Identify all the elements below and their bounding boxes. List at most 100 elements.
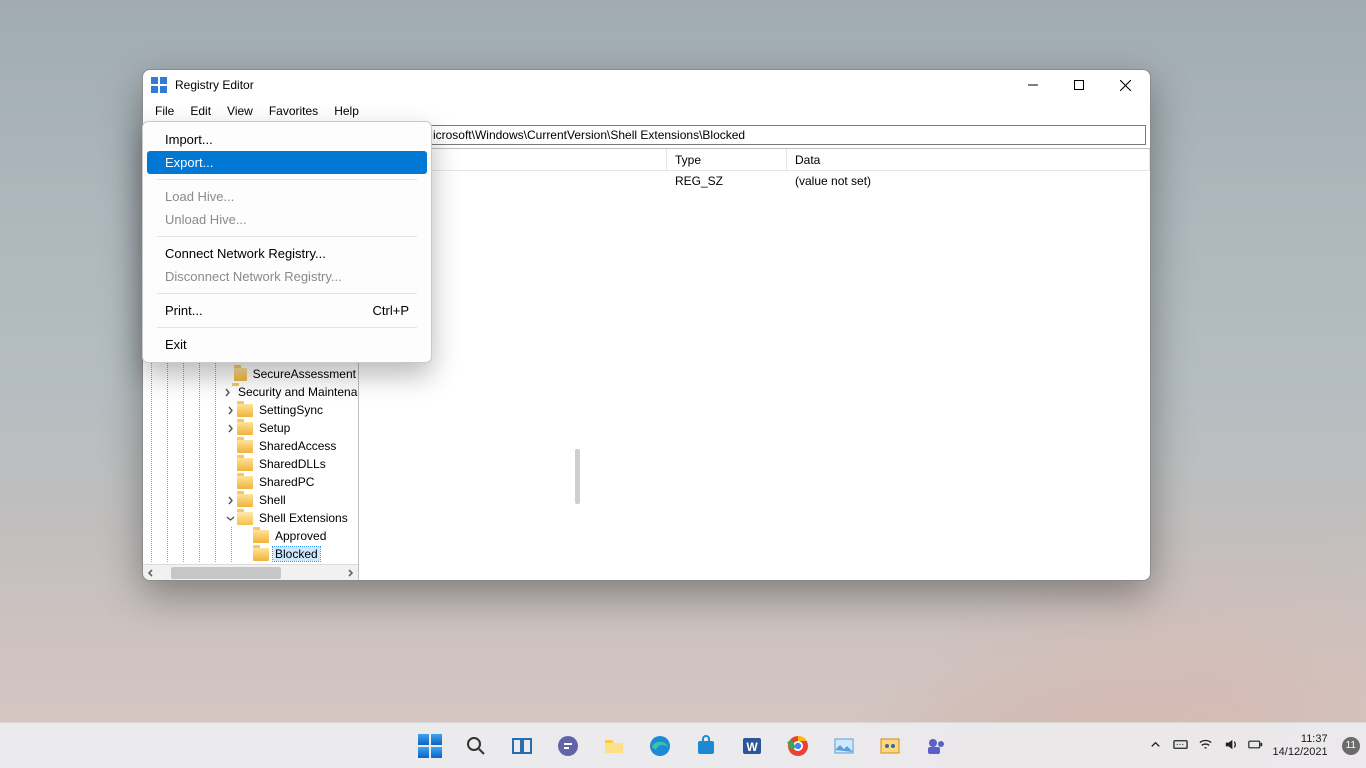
file-menu-export[interactable]: Export... <box>147 151 427 174</box>
chevron-down-icon[interactable] <box>223 514 237 523</box>
folder-icon <box>237 476 253 489</box>
titlebar[interactable]: Registry Editor <box>143 70 1150 100</box>
menubar: File Edit View Favorites Help <box>143 100 1150 122</box>
tree-node[interactable]: SecureAssessment <box>143 365 358 383</box>
file-menu-import[interactable]: Import... <box>147 128 427 151</box>
file-explorer-taskbar-button[interactable] <box>595 727 633 765</box>
scroll-right-arrow-icon[interactable] <box>342 565 358 580</box>
volume-icon[interactable] <box>1223 737 1238 755</box>
folder-icon <box>253 530 269 543</box>
tree-node[interactable]: SharedAccess <box>143 437 358 455</box>
menu-favorites[interactable]: Favorites <box>261 102 326 120</box>
column-header-data[interactable]: Data <box>787 149 1150 170</box>
file-menu-exit[interactable]: Exit <box>147 333 427 356</box>
store-taskbar-button[interactable] <box>687 727 725 765</box>
word-icon: W <box>740 734 764 758</box>
tree-node-label: Security and Maintenance <box>236 385 359 399</box>
values-list-pane[interactable]: Name Type Data (Default) REG_SZ (value n… <box>359 149 1150 580</box>
word-taskbar-button[interactable]: W <box>733 727 771 765</box>
control-panel-taskbar-button[interactable] <box>871 727 909 765</box>
menu-file[interactable]: File <box>147 102 182 120</box>
chevron-right-icon[interactable] <box>223 496 237 505</box>
chrome-taskbar-button[interactable] <box>779 727 817 765</box>
control-panel-icon <box>878 734 902 758</box>
keyboard-lang-icon[interactable] <box>1173 737 1188 755</box>
folder-icon <box>253 548 269 561</box>
folder-icon <box>237 404 253 417</box>
chevron-right-icon[interactable] <box>223 388 232 397</box>
tree-node[interactable]: Setup <box>143 419 358 437</box>
file-menu-load-hive: Load Hive... <box>147 185 427 208</box>
splitter-handle[interactable] <box>575 449 580 504</box>
file-menu-dropdown: Import... Export... Load Hive... Unload … <box>142 121 432 363</box>
list-row[interactable]: (Default) REG_SZ (value not set) <box>359 171 1150 191</box>
tree-node-label: SettingSync <box>257 403 325 417</box>
file-menu-print[interactable]: Print... Ctrl+P <box>147 299 427 322</box>
folder-icon <box>237 458 253 471</box>
overflow-chevron-icon[interactable] <box>1148 737 1163 755</box>
tree-node-label: SharedDLLs <box>257 457 328 471</box>
tree-node-label: SharedAccess <box>257 439 338 453</box>
task-view-icon <box>510 734 534 758</box>
photos-taskbar-button[interactable] <box>825 727 863 765</box>
tree-node[interactable]: Shell <box>143 491 358 509</box>
tree-node-label: Shell Extensions <box>257 511 350 525</box>
tree-node-label: SharedPC <box>257 475 316 489</box>
tree-node[interactable]: SharedPC <box>143 473 358 491</box>
close-button[interactable] <box>1102 70 1148 100</box>
system-tray: 11:37 14/12/2021 11 <box>1148 723 1360 768</box>
scroll-left-arrow-icon[interactable] <box>143 565 159 580</box>
file-explorer-icon <box>602 734 626 758</box>
taskbar: W 11:37 14/12/2021 11 <box>0 722 1366 768</box>
tree-node[interactable]: Blocked <box>143 545 358 563</box>
chevron-right-icon[interactable] <box>223 406 237 415</box>
battery-icon[interactable] <box>1248 737 1263 755</box>
tree-node-label: Setup <box>257 421 292 435</box>
print-accelerator: Ctrl+P <box>373 303 409 318</box>
tree-node[interactable]: SharedDLLs <box>143 455 358 473</box>
taskbar-clock[interactable]: 11:37 14/12/2021 <box>1273 733 1332 759</box>
scrollbar-thumb[interactable] <box>171 567 281 579</box>
folder-icon <box>237 440 253 453</box>
value-data: (value not set) <box>787 174 1150 188</box>
menu-help[interactable]: Help <box>326 102 367 120</box>
tree-node[interactable]: Shell Extensions <box>143 509 358 527</box>
tree-node-label: Approved <box>273 529 328 543</box>
svg-text:W: W <box>746 740 758 754</box>
tree-horizontal-scrollbar[interactable] <box>143 564 358 580</box>
chat-taskbar-button[interactable] <box>549 727 587 765</box>
chat-icon <box>556 734 580 758</box>
menu-separator <box>157 327 417 328</box>
tree-node[interactable]: Approved <box>143 527 358 545</box>
chevron-right-icon[interactable] <box>223 424 237 433</box>
task-view-taskbar-button[interactable] <box>503 727 541 765</box>
chrome-icon <box>786 734 810 758</box>
value-type: REG_SZ <box>667 174 787 188</box>
menu-separator <box>157 179 417 180</box>
edge-taskbar-button[interactable] <box>641 727 679 765</box>
menu-edit[interactable]: Edit <box>182 102 219 120</box>
tree-node[interactable]: Security and Maintenance <box>143 383 358 401</box>
tree-node-label: Blocked <box>273 547 320 561</box>
folder-icon <box>237 512 253 525</box>
start-taskbar-button[interactable] <box>411 727 449 765</box>
minimize-button[interactable] <box>1010 70 1056 100</box>
file-menu-disconnect-network: Disconnect Network Registry... <box>147 265 427 288</box>
folder-icon <box>237 494 253 507</box>
menu-view[interactable]: View <box>219 102 261 120</box>
tree-node[interactable]: SettingSync <box>143 401 358 419</box>
notification-badge[interactable]: 11 <box>1342 737 1360 755</box>
column-header-type[interactable]: Type <box>667 149 787 170</box>
search-taskbar-button[interactable] <box>457 727 495 765</box>
menu-separator <box>157 293 417 294</box>
maximize-button[interactable] <box>1056 70 1102 100</box>
folder-icon <box>234 368 247 381</box>
file-menu-connect-network[interactable]: Connect Network Registry... <box>147 242 427 265</box>
menu-separator <box>157 236 417 237</box>
teams-taskbar-button[interactable] <box>917 727 955 765</box>
wifi-icon[interactable] <box>1198 737 1213 755</box>
list-header: Name Type Data <box>359 149 1150 171</box>
folder-icon <box>237 422 253 435</box>
taskbar-center: W <box>411 727 955 765</box>
search-icon <box>464 734 488 758</box>
